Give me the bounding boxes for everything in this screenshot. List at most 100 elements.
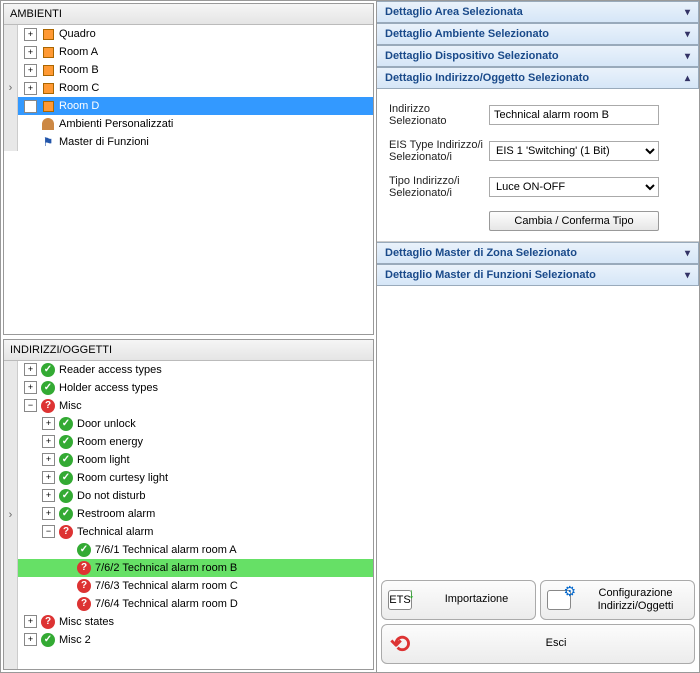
acc-funzioni[interactable]: Dettaglio Master di Funzioni Selezionato…	[377, 264, 699, 286]
indirizzi-item-label: Room energy	[77, 436, 143, 448]
ambienti-item[interactable]: + Room C	[18, 79, 373, 97]
box-icon	[40, 80, 56, 96]
box-icon	[40, 26, 56, 42]
toggle-icon[interactable]: +	[42, 471, 55, 484]
acc-dispositivo[interactable]: Dettaglio Dispositivo Selezionato ▾	[377, 45, 699, 67]
indirizzi-item[interactable]: +✓Holder access types	[18, 379, 373, 397]
ambienti-tree[interactable]: +Quadro+Room A+Room B+Room C+Room DAmbie…	[18, 25, 373, 151]
toggle-icon[interactable]: +	[24, 100, 37, 113]
ambienti-item-label: Room D	[59, 100, 99, 112]
ambienti-item[interactable]: Ambienti Personalizzati	[18, 115, 373, 133]
indirizzi-item-label: Holder access types	[59, 382, 158, 394]
toggle-icon[interactable]: +	[42, 507, 55, 520]
toggle-icon[interactable]: +	[24, 28, 37, 41]
indirizzi-item-label: Misc	[59, 400, 82, 412]
indirizzi-item-label: Room curtesy light	[77, 472, 168, 484]
eis-type-select[interactable]: EIS 1 'Switching' (1 Bit)	[489, 141, 659, 161]
indirizzi-item[interactable]: +✓Room curtesy light	[18, 469, 373, 487]
indirizzi-item[interactable]: +✓Room light	[18, 451, 373, 469]
check-icon: ✓	[58, 470, 74, 486]
indirizzi-item-label: 7/6/3 Technical alarm room C	[95, 580, 238, 592]
question-icon: ?	[58, 524, 74, 540]
question-icon: ?	[40, 614, 56, 630]
config-icon	[547, 590, 571, 610]
toggle-icon[interactable]: +	[24, 46, 37, 59]
ambienti-item-label: Room C	[59, 82, 99, 94]
acc-zona-label: Dettaglio Master di Zona Selezionato	[385, 247, 577, 259]
indirizzi-item[interactable]: +✓Do not disturb	[18, 487, 373, 505]
import-button[interactable]: ETS Importazione	[381, 580, 536, 620]
person-icon	[40, 116, 56, 132]
chevron-down-icon: ▾	[685, 29, 690, 40]
confirm-button[interactable]: Cambia / Conferma Tipo	[489, 211, 659, 231]
toggle-icon[interactable]: +	[42, 489, 55, 502]
import-label: Importazione	[418, 593, 535, 606]
ambienti-item[interactable]: +Room B	[18, 61, 373, 79]
check-icon: ✓	[58, 506, 74, 522]
toggle-icon[interactable]: +	[42, 417, 55, 430]
toggle-icon[interactable]: +	[24, 363, 37, 376]
ambienti-title: AMBIENTI	[10, 8, 62, 20]
ambienti-item[interactable]: + Room D	[18, 97, 373, 115]
chevron-down-icon: ▾	[685, 7, 690, 18]
indirizzi-item-label: Restroom alarm	[77, 508, 155, 520]
toggle-icon[interactable]: +	[24, 82, 37, 95]
acc-ambiente[interactable]: Dettaglio Ambiente Selezionato ▾	[377, 23, 699, 45]
toggle-icon[interactable]: −	[42, 525, 55, 538]
indirizzi-item[interactable]: +✓Door unlock	[18, 415, 373, 433]
indirizzi-item[interactable]: +✓Room energy	[18, 433, 373, 451]
ambienti-item[interactable]: ⚑Master di Funzioni	[18, 133, 373, 151]
indirizzi-item[interactable]: ✓7/6/1 Technical alarm room A	[18, 541, 373, 559]
indirizzi-item[interactable]: −?Misc	[18, 397, 373, 415]
toggle-icon[interactable]: +	[24, 615, 37, 628]
exit-button[interactable]: ⟲ Esci	[381, 624, 695, 664]
check-icon: ✓	[40, 632, 56, 648]
chevron-down-icon: ▾	[685, 270, 690, 281]
ets-import-icon: ETS	[388, 590, 412, 610]
acc-zona[interactable]: Dettaglio Master di Zona Selezionato ▾	[377, 242, 699, 264]
indirizzi-tree[interactable]: +✓Reader access types+✓Holder access typ…	[18, 361, 373, 670]
acc-indirizzo-label: Dettaglio Indirizzo/Oggetto Selezionato	[385, 72, 589, 84]
acc-area[interactable]: Dettaglio Area Selezionata ▾	[377, 1, 699, 23]
acc-indirizzo[interactable]: Dettaglio Indirizzo/Oggetto Selezionato …	[377, 67, 699, 89]
chevron-up-icon: ▴	[685, 73, 690, 84]
indirizzo-sel-input[interactable]	[489, 105, 659, 125]
indirizzi-item-label: 7/6/2 Technical alarm room B	[95, 562, 237, 574]
check-icon: ✓	[40, 380, 56, 396]
indirizzi-item[interactable]: +✓Reader access types	[18, 361, 373, 379]
indirizzi-item-label: Misc states	[59, 616, 114, 628]
acc-area-label: Dettaglio Area Selezionata	[385, 6, 523, 18]
indirizzi-item[interactable]: +✓Restroom alarm	[18, 505, 373, 523]
indirizzi-item[interactable]: ?7/6/4 Technical alarm room D	[18, 595, 373, 613]
ambienti-expand-handle[interactable]: ›	[4, 25, 18, 151]
toggle-icon[interactable]: −	[24, 399, 37, 412]
indirizzi-item[interactable]: ?7/6/3 Technical alarm room C	[18, 577, 373, 595]
ambienti-item-label: Master di Funzioni	[59, 136, 149, 148]
toggle-icon	[60, 543, 73, 556]
indirizzi-item[interactable]: +✓Misc 2	[18, 631, 373, 649]
toggle-icon[interactable]: +	[42, 453, 55, 466]
ambienti-item[interactable]: +Room A	[18, 43, 373, 61]
indirizzi-item[interactable]: −?Technical alarm	[18, 523, 373, 541]
indirizzi-item-label: 7/6/4 Technical alarm room D	[95, 598, 238, 610]
eis-type-label: EIS Type Indirizzo/i Selezionato/i	[389, 139, 489, 163]
toggle-icon[interactable]: +	[24, 633, 37, 646]
ambienti-item-label: Ambienti Personalizzati	[59, 118, 173, 130]
indirizzi-expand-handle[interactable]: ›	[4, 361, 18, 670]
toggle-icon[interactable]: +	[42, 435, 55, 448]
tipo-select[interactable]: Luce ON-OFF	[489, 177, 659, 197]
ambienti-item[interactable]: +Quadro	[18, 25, 373, 43]
indirizzi-item-label: Door unlock	[77, 418, 136, 430]
indirizzi-item[interactable]: ?7/6/2 Technical alarm room B	[18, 559, 373, 577]
indirizzi-item-label: 7/6/1 Technical alarm room A	[95, 544, 237, 556]
toggle-icon[interactable]: +	[24, 64, 37, 77]
acc-indirizzo-body: Indirizzo Selezionato EIS Type Indirizzo…	[377, 89, 699, 242]
chevron-down-icon: ▾	[685, 248, 690, 259]
indirizzi-title: INDIRIZZI/OGGETTI	[10, 344, 112, 356]
indirizzi-item[interactable]: +?Misc states	[18, 613, 373, 631]
question-icon: ?	[76, 578, 92, 594]
toggle-icon	[60, 561, 73, 574]
toggle-icon[interactable]: +	[24, 381, 37, 394]
indirizzi-item-label: Room light	[77, 454, 130, 466]
config-button[interactable]: ConfigurazioneIndirizzi/Oggetti	[540, 580, 695, 620]
